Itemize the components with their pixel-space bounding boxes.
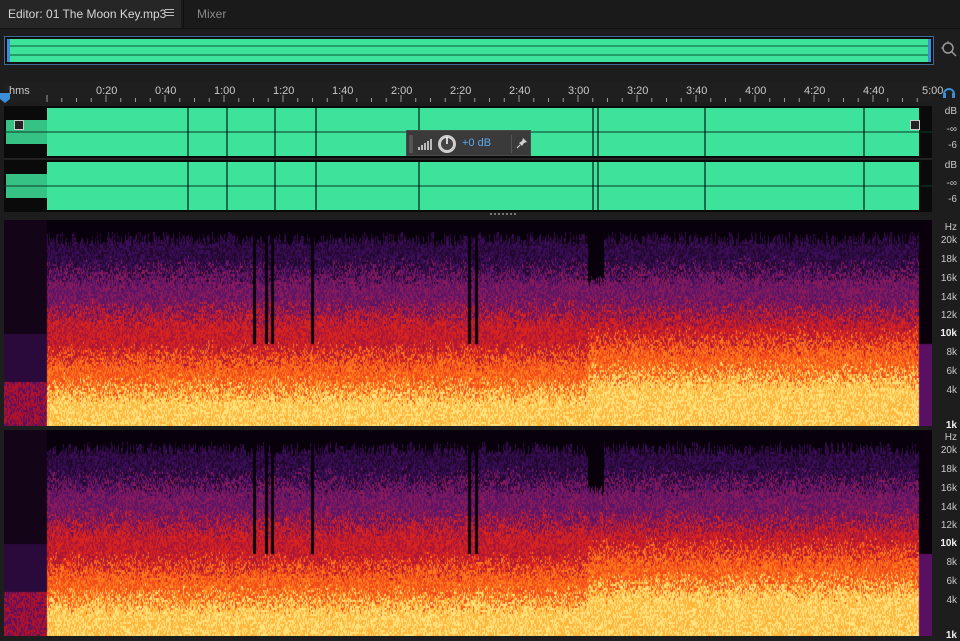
spectrogram-right xyxy=(4,430,932,636)
level-scale-label: -∞ xyxy=(946,124,957,135)
frequency-scale-label: 20k xyxy=(940,235,957,246)
level-scale-label: dB xyxy=(944,106,957,117)
fade-out-handle[interactable] xyxy=(910,120,920,130)
frequency-scale-label: 4k xyxy=(946,595,957,606)
frequency-scale-label: 12k xyxy=(940,520,957,531)
tab-editor-label: Editor: 01 The Moon Key.mp3 xyxy=(8,7,167,21)
time-ruler[interactable]: hms 0:20 0:40 1:00 1:20 1:40 2:00 2:20 2:40 3:00… xyxy=(4,82,943,102)
hamburger-menu-icon[interactable] xyxy=(165,9,174,19)
level-scale-label: dB xyxy=(944,160,957,171)
frequency-scale-label: 14k xyxy=(940,292,957,303)
frequency-scale-label: 6k xyxy=(946,576,957,587)
frequency-unit-label: Hz xyxy=(944,222,957,233)
frequency-scale-label: 14k xyxy=(940,502,957,513)
frequency-scale-label: 10k xyxy=(940,328,957,339)
frequency-scale-left: Hz 20k 18k 16k 14k 12k 10k 8k 6k 4k 1k xyxy=(936,220,960,431)
overview-waveform xyxy=(5,37,933,64)
waveform-level-scale: dB -∞ -6 dB -∞ -6 xyxy=(936,106,960,212)
ruler-tick-marks xyxy=(46,95,918,102)
frequency-scale-label: 12k xyxy=(940,310,957,321)
pin-icon[interactable] xyxy=(516,137,528,149)
headphones-icon[interactable] xyxy=(943,86,955,98)
fade-in-handle[interactable] xyxy=(14,120,24,130)
zoom-navigator-icon[interactable] xyxy=(940,40,958,58)
frequency-scale-label: 8k xyxy=(946,557,957,568)
frequency-scale-right: Hz 20k 18k 16k 14k 12k 10k 8k 6k 4k 1k xyxy=(936,430,960,641)
volume-hud[interactable]: +0 dB xyxy=(406,130,531,156)
waveform-display[interactable] xyxy=(4,106,932,212)
hud-grip-icon[interactable] xyxy=(409,135,413,153)
volume-value[interactable]: +0 dB xyxy=(462,137,491,149)
tab-mixer-label: Mixer xyxy=(197,7,227,21)
level-meter-icon xyxy=(418,139,432,150)
frequency-scale-label: 8k xyxy=(946,347,957,358)
hud-divider xyxy=(511,135,512,153)
panel-resize-handle[interactable] xyxy=(490,213,518,216)
frequency-unit-label: Hz xyxy=(944,432,957,443)
frequency-scale-label: 1k xyxy=(945,630,957,641)
level-scale-label: -6 xyxy=(948,194,957,205)
frequency-scale-label: 6k xyxy=(946,366,957,377)
frequency-scale-label: 18k xyxy=(940,254,957,265)
overview-navigator[interactable] xyxy=(4,36,934,65)
frequency-scale-label: 16k xyxy=(940,483,957,494)
spectral-display-right[interactable] xyxy=(4,430,932,636)
waveform-channels xyxy=(4,108,932,210)
level-scale-label: -6 xyxy=(948,140,957,151)
panel-tab-bar: Editor: 01 The Moon Key.mp3 Mixer xyxy=(0,0,960,29)
frequency-scale-label: 10k xyxy=(940,538,957,549)
frequency-scale-label: 4k xyxy=(946,385,957,396)
spectrogram-left xyxy=(4,220,932,426)
level-scale-label: -∞ xyxy=(946,178,957,189)
frequency-scale-label: 16k xyxy=(940,273,957,284)
tab-mixer[interactable]: Mixer xyxy=(183,0,251,28)
volume-knob[interactable] xyxy=(437,134,457,154)
spectral-display-left[interactable] xyxy=(4,220,932,426)
tab-editor[interactable]: Editor: 01 The Moon Key.mp3 xyxy=(0,0,181,28)
frequency-scale-label: 18k xyxy=(940,464,957,475)
frequency-scale-label: 20k xyxy=(940,445,957,456)
playhead-marker[interactable] xyxy=(0,93,10,103)
